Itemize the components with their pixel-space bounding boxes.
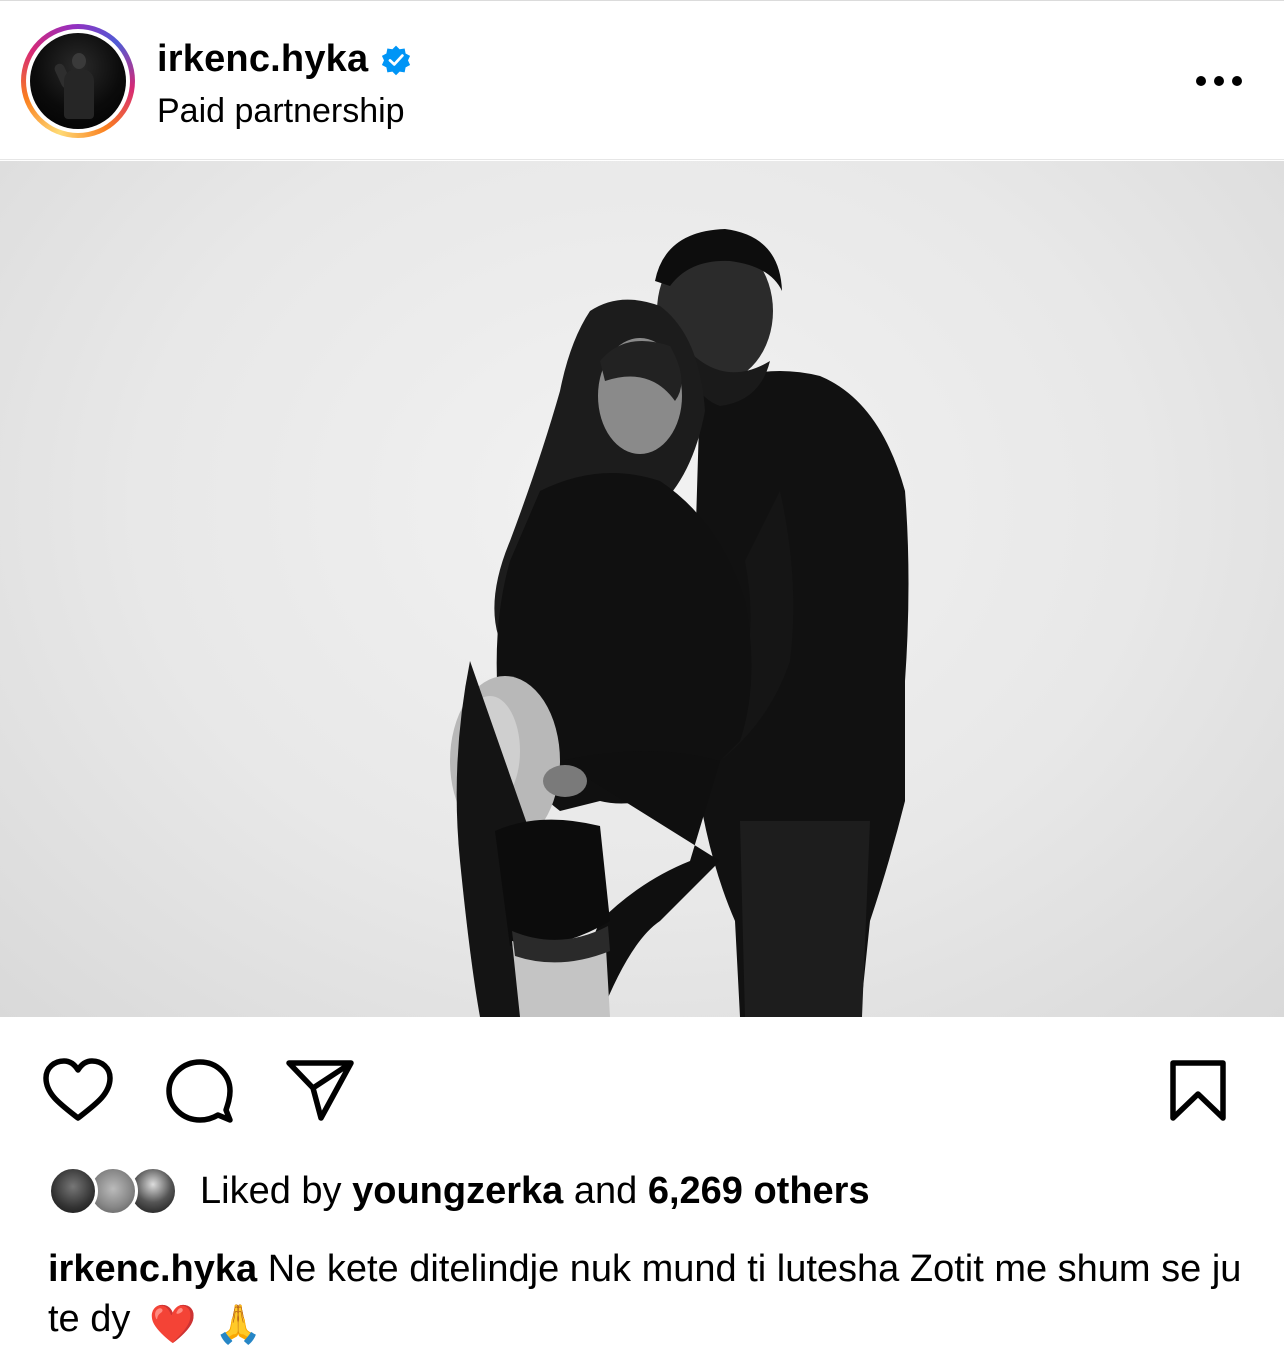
more-dot-icon	[1232, 76, 1242, 86]
avatar[interactable]	[30, 33, 126, 129]
likes-middle: and	[573, 1169, 638, 1212]
caption-username-link[interactable]: irkenc.hyka	[48, 1248, 257, 1290]
comment-button[interactable]	[164, 1058, 234, 1124]
username-link[interactable]: irkenc.hyka	[157, 38, 368, 81]
share-button[interactable]	[285, 1058, 355, 1124]
post-photo[interactable]	[0, 161, 1284, 1017]
username-row: irkenc.hyka	[157, 38, 412, 81]
heart-icon	[43, 1058, 113, 1121]
more-dot-icon	[1196, 76, 1206, 86]
likes-summary: Liked by youngzerka and 6,269 others	[200, 1170, 870, 1213]
share-icon	[286, 1060, 354, 1121]
paid-partnership-label[interactable]: Paid partnership	[157, 92, 405, 131]
photo-illustration	[450, 229, 909, 1017]
liker-avatars	[48, 1162, 182, 1220]
post-caption: irkenc.hyka Ne kete ditelindje nuk mund …	[48, 1244, 1248, 1350]
verified-badge-icon	[382, 45, 411, 75]
bookmark-icon	[1170, 1060, 1226, 1121]
likes-count-link[interactable]: 6,269 others	[648, 1170, 870, 1212]
red-heart-emoji-icon: ❤️	[148, 1304, 197, 1346]
more-dot-icon	[1214, 76, 1224, 86]
likes-row[interactable]: Liked by youngzerka and 6,269 others	[48, 1162, 870, 1220]
folded-hands-emoji-icon: 🙏	[214, 1304, 263, 1346]
liker-avatar	[48, 1166, 98, 1216]
like-button[interactable]	[42, 1058, 114, 1124]
save-button[interactable]	[1168, 1058, 1228, 1124]
comment-icon	[166, 1059, 233, 1123]
liker-username-link[interactable]: youngzerka	[352, 1170, 563, 1212]
more-options-button[interactable]	[1196, 68, 1242, 94]
avatar-story-ring[interactable]	[21, 24, 135, 138]
post-header: irkenc.hyka Paid partnership	[0, 0, 1284, 160]
action-bar	[0, 1050, 1284, 1130]
likes-prefix: Liked by	[200, 1169, 342, 1212]
